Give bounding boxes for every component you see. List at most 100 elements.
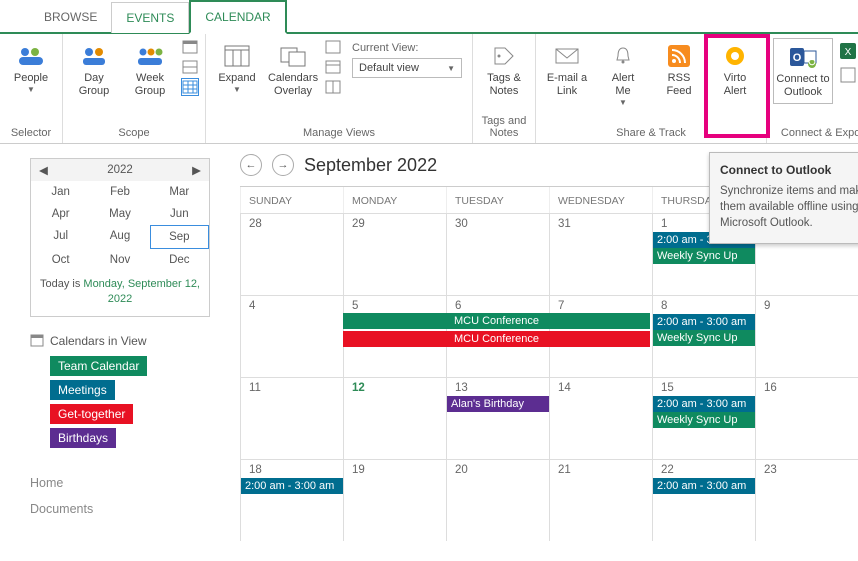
- nav-documents[interactable]: Documents: [30, 502, 218, 516]
- mini-month-jul[interactable]: Jul: [31, 225, 90, 249]
- view-small-buttons: [324, 38, 342, 96]
- group-connect-export: O Connect to Outlook X E Fo Connect & Ex…: [767, 34, 858, 143]
- calendar-chip[interactable]: Meetings: [50, 380, 115, 400]
- expand-button[interactable]: Expand ▼: [212, 38, 262, 99]
- calendar-cell[interactable]: 9: [755, 295, 858, 377]
- tab-calendar[interactable]: CALENDAR: [189, 0, 286, 34]
- day-number: 23: [756, 464, 858, 476]
- tooltip-connect-outlook: Connect to Outlook Synchronize items and…: [709, 152, 858, 244]
- calendar-cell[interactable]: 22 2:00 am - 3:00 am: [652, 459, 755, 541]
- calendar-cell[interactable]: 12: [343, 377, 446, 459]
- day-number: 8: [653, 300, 755, 312]
- mini-month-nov[interactable]: Nov: [90, 249, 149, 271]
- ribbon: People ▼ Selector Day Group Week Group S…: [0, 34, 858, 144]
- export-excel-button[interactable]: X E: [839, 42, 858, 60]
- day-number: 4: [241, 300, 343, 312]
- people-button[interactable]: People ▼: [6, 38, 56, 99]
- calendar-event[interactable]: Weekly Sync Up: [653, 330, 755, 346]
- day-number: 21: [550, 464, 652, 476]
- calendar-cell[interactable]: 13Alan's Birthday: [446, 377, 549, 459]
- week-group-button[interactable]: Week Group: [125, 38, 175, 102]
- calendar-cell[interactable]: 18 2:00 am - 3:00 am: [240, 459, 343, 541]
- calendar-event[interactable]: 2:00 am - 3:00 am: [653, 314, 755, 330]
- today-link[interactable]: Monday, September 12, 2022: [83, 278, 200, 305]
- scope-day-icon[interactable]: [181, 38, 199, 56]
- chevron-down-icon: ▼: [233, 85, 241, 95]
- calendar-cell[interactable]: 11: [240, 377, 343, 459]
- day-number: 16: [756, 382, 858, 394]
- tab-browse[interactable]: BROWSE: [30, 2, 111, 32]
- virto-icon: [719, 42, 751, 70]
- calendar-title: September 2022: [304, 155, 437, 176]
- mini-month-may[interactable]: May: [90, 203, 149, 225]
- scope-week-icon[interactable]: [181, 58, 199, 76]
- calendar-event-bar[interactable]: MCU Conference: [343, 313, 650, 329]
- tab-events[interactable]: EVENTS: [111, 2, 189, 33]
- calendar-event[interactable]: 2:00 am - 3:00 am: [653, 396, 755, 412]
- connect-to-outlook-button[interactable]: O Connect to Outlook: [773, 38, 833, 104]
- mini-prev-icon[interactable]: ◀: [39, 163, 48, 177]
- modify-view-icon[interactable]: [324, 58, 342, 76]
- rss-icon: [663, 42, 695, 70]
- calendar-cell[interactable]: 19: [343, 459, 446, 541]
- virto-alert-button[interactable]: Virto Alert: [710, 38, 760, 102]
- calendar-cell[interactable]: 29: [343, 213, 446, 295]
- calendar-cell[interactable]: 20: [446, 459, 549, 541]
- calendar-cell[interactable]: 4: [240, 295, 343, 377]
- calendar-cell[interactable]: 16: [755, 377, 858, 459]
- calendar-chip[interactable]: Birthdays: [50, 428, 116, 448]
- calendar-chip[interactable]: Team Calendar: [50, 356, 147, 376]
- alert-me-button[interactable]: Alert Me ▼: [598, 38, 648, 112]
- mini-month-feb[interactable]: Feb: [90, 181, 149, 203]
- calendar-cell[interactable]: 21: [549, 459, 652, 541]
- tag-icon: [488, 42, 520, 70]
- prev-month-button[interactable]: ←: [240, 154, 262, 176]
- day-number: 6: [447, 300, 549, 312]
- overlay-icon: [277, 42, 309, 70]
- calendar-event[interactable]: Weekly Sync Up: [653, 412, 755, 428]
- group-scope: Day Group Week Group Scope: [63, 34, 206, 143]
- scope-month-icon[interactable]: [181, 78, 199, 96]
- people-icon: [15, 42, 47, 70]
- day-group-button[interactable]: Day Group: [69, 38, 119, 102]
- mini-next-icon[interactable]: ▶: [192, 163, 201, 177]
- nav-home[interactable]: Home: [30, 476, 218, 490]
- email-link-button[interactable]: E-mail a Link: [542, 38, 592, 102]
- calendars-overlay-button[interactable]: Calendars Overlay: [268, 38, 318, 102]
- mini-month-jun[interactable]: Jun: [150, 203, 209, 225]
- mini-month-apr[interactable]: Apr: [31, 203, 90, 225]
- mini-month-oct[interactable]: Oct: [31, 249, 90, 271]
- mini-month-jan[interactable]: Jan: [31, 181, 90, 203]
- current-view-select[interactable]: Default view ▼: [352, 58, 462, 78]
- svg-text:X: X: [845, 47, 852, 58]
- group-tags-notes: Tags & Notes Tags and Notes: [473, 34, 536, 143]
- calendar-cell[interactable]: 30: [446, 213, 549, 295]
- create-column-icon[interactable]: [324, 78, 342, 96]
- calendar-event[interactable]: 2:00 am - 3:00 am: [653, 478, 755, 494]
- mini-month-mar[interactable]: Mar: [150, 181, 209, 203]
- calendar-cell[interactable]: 28: [240, 213, 343, 295]
- calendar-cell[interactable]: 23: [755, 459, 858, 541]
- mini-month-dec[interactable]: Dec: [150, 249, 209, 271]
- form-button[interactable]: Fo: [839, 66, 858, 84]
- calendar-cell[interactable]: 31: [549, 213, 652, 295]
- calendar-event[interactable]: 2:00 am - 3:00 am: [241, 478, 343, 494]
- day-number: 18: [241, 464, 343, 476]
- calendar-event[interactable]: Alan's Birthday: [447, 396, 549, 412]
- calendar-cell[interactable]: 8 2:00 am - 3:00 amWeekly Sync Up: [652, 295, 755, 377]
- calendar-event[interactable]: Weekly Sync Up: [653, 248, 755, 264]
- next-month-button[interactable]: →: [272, 154, 294, 176]
- rss-feed-button[interactable]: RSS Feed: [654, 38, 704, 102]
- calendar-chip[interactable]: Get-together: [50, 404, 133, 424]
- calendar-cell[interactable]: 14: [549, 377, 652, 459]
- mini-month-sep[interactable]: Sep: [150, 225, 209, 249]
- create-view-icon[interactable]: [324, 38, 342, 56]
- day-number: 20: [447, 464, 549, 476]
- day-number: 22: [653, 464, 755, 476]
- calendar-event-bar[interactable]: MCU Conference: [343, 331, 650, 347]
- mini-month-aug[interactable]: Aug: [90, 225, 149, 249]
- calendar-cell[interactable]: 152:00 am - 3:00 amWeekly Sync Up: [652, 377, 755, 459]
- group-manage-views: Expand ▼ Calendars Overlay Current View:…: [206, 34, 473, 143]
- tags-notes-button[interactable]: Tags & Notes: [479, 38, 529, 102]
- envelope-icon: [551, 42, 583, 70]
